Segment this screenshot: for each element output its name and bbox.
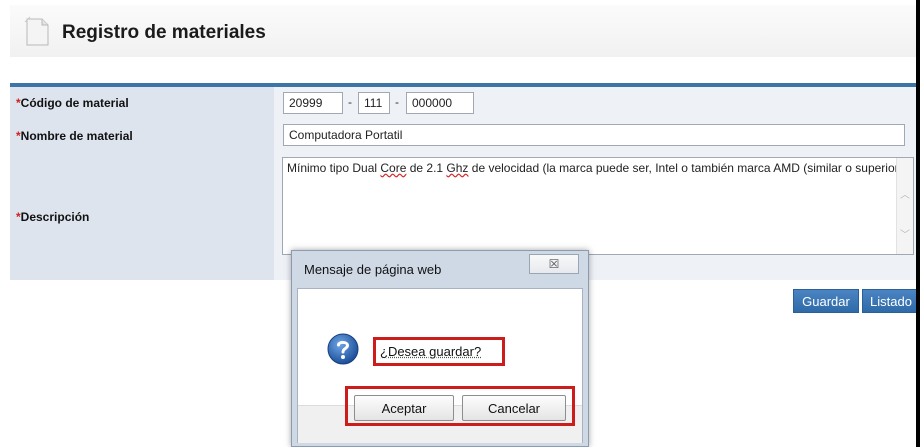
descripcion-label-text: Descripción <box>20 209 90 224</box>
codigo-separator: - <box>395 95 399 109</box>
message-highlight: ¿Desea guardar? <box>373 337 505 366</box>
nombre-value: Computadora Portatil <box>274 118 916 153</box>
codigo-label: * Código de material <box>10 87 274 118</box>
cancelar-button[interactable]: Cancelar <box>462 395 566 421</box>
descripcion-label: * Descripción <box>10 153 274 280</box>
codigo-value: 20999 - 111 - 000000 <box>274 87 916 118</box>
nombre-label-text: Nombre de material <box>20 128 133 143</box>
page-header: Registro de materiales <box>10 5 916 57</box>
nombre-label: * Nombre de material <box>10 118 274 153</box>
descripcion-text: de 2.1 <box>406 161 447 175</box>
buttons-highlight: Aceptar Cancelar <box>345 386 575 426</box>
descripcion-text: Mínimo tipo Dual <box>287 161 381 175</box>
descripcion-textarea[interactable]: Mínimo tipo Dual Core de 2.1 Ghz de velo… <box>282 157 914 255</box>
codigo-separator: - <box>348 95 352 109</box>
descripcion-text-core: Core <box>380 161 407 175</box>
document-page-icon <box>24 15 50 47</box>
descripcion-text-ghz: Ghz <box>446 161 469 175</box>
page-title: Registro de materiales <box>62 22 266 43</box>
confirm-dialog: Mensaje de página web ☒ ¿Desea guardar? … <box>291 250 589 447</box>
question-mark-icon <box>327 333 359 365</box>
listado-button[interactable]: Listado <box>862 289 916 313</box>
scroll-up-icon[interactable]: ︿ <box>900 188 910 204</box>
scroll-down-icon[interactable]: ﹀ <box>900 228 910 244</box>
dialog-title: Mensaje de página web <box>304 262 442 277</box>
codigo-label-text: Código de material <box>20 95 129 110</box>
nombre-row: * Nombre de material Computadora Portati… <box>10 118 916 154</box>
codigo-part1-input[interactable]: 20999 <box>283 92 343 114</box>
guardar-button[interactable]: Guardar <box>793 289 859 313</box>
codigo-part2-input[interactable]: 111 <box>358 92 390 114</box>
codigo-part3-input[interactable]: 000000 <box>406 92 474 114</box>
aceptar-button[interactable]: Aceptar <box>354 395 454 421</box>
dialog-message: ¿Desea guardar? <box>380 344 482 359</box>
descripcion-text: de velocidad (la marca puede ser, Intel … <box>468 161 906 175</box>
textarea-scrollbar[interactable]: ︿ ﹀ <box>896 158 913 254</box>
codigo-row: * Código de material 20999 - 111 - 00000… <box>10 87 916 119</box>
nombre-input[interactable]: Computadora Portatil <box>283 124 905 146</box>
screen: Registro de materiales * Código de mater… <box>0 0 916 447</box>
close-icon[interactable]: ☒ <box>529 254 579 274</box>
